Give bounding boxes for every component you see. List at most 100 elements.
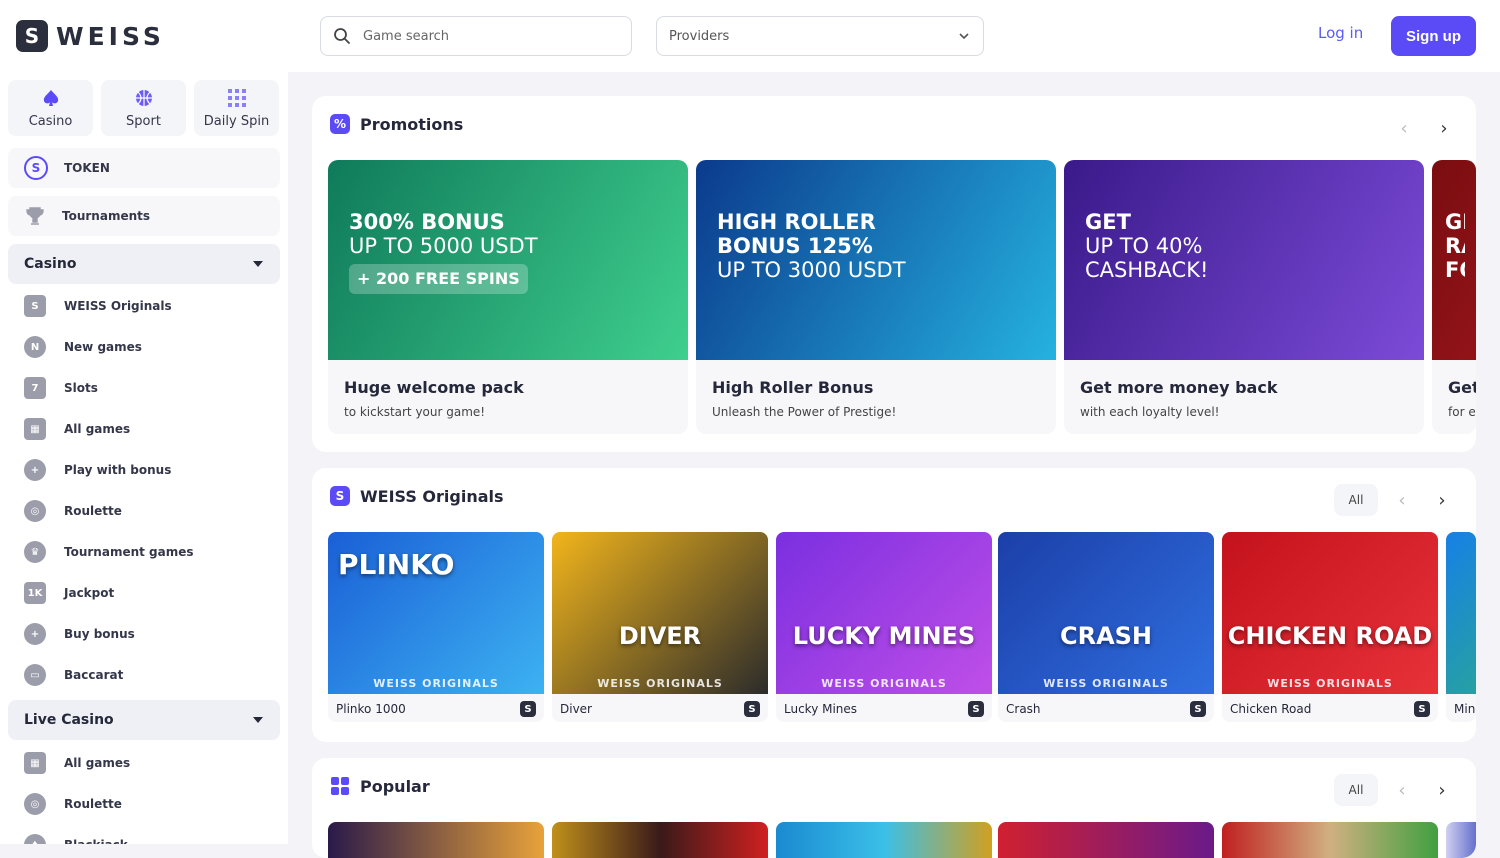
token-label: TOKEN (64, 161, 110, 175)
sidebar-item-jackpot[interactable]: 1K Jackpot (24, 581, 114, 605)
promo-headline-thin: UP TO 40% CASHBACK! (1085, 234, 1209, 282)
sidebar-item-slots[interactable]: 7 Slots (24, 376, 98, 400)
promo-subtitle: for e (1448, 405, 1476, 419)
promo-headline-bold: GET (1085, 210, 1131, 234)
promo-headline: 300% BONUS UP TO 5000 USDT + 200 FREE SPIN… (349, 210, 538, 294)
sidebar-item-tournament-games[interactable]: ♛ Tournament games (24, 540, 194, 564)
sidebar-item-label: Jackpot (64, 586, 115, 600)
promo-card[interactable]: HIGH ROLLER BONUS 125% UP TO 3000 USDT Hig… (696, 160, 1056, 434)
baccarat-icon: ▭ (24, 664, 46, 686)
sidebar-group-casino[interactable]: Casino (8, 244, 280, 284)
popular-header: Popular (330, 776, 430, 796)
game-card[interactable]: CHICKEN ROAD WEISS ORIGINALS Chicken Road S (1222, 532, 1438, 722)
promo-banner: HIGH ROLLER BONUS 125% UP TO 3000 USDT (696, 160, 1056, 360)
live-item-blackjack[interactable]: ♠ Blackjack (24, 833, 128, 844)
quick-daily-spin-label: Daily Spin (203, 113, 270, 129)
popular-card[interactable] (998, 822, 1214, 858)
weiss-icon: S (330, 486, 350, 506)
search-icon (334, 28, 350, 44)
weiss-icon: S (24, 295, 46, 317)
sidebar-item-buy-bonus[interactable]: + Buy bonus (24, 622, 135, 646)
sidebar-item-play-with-bonus[interactable]: + Play with bonus (24, 458, 171, 482)
roulette-icon: ◎ (24, 500, 46, 522)
prev-button[interactable]: ‹ (1386, 774, 1418, 806)
prev-button[interactable]: ‹ (1388, 112, 1420, 144)
tournaments-label: Tournaments (62, 209, 151, 223)
popular-card[interactable] (328, 822, 544, 858)
game-name: Diver (560, 702, 592, 716)
originals-nav: All ‹ › (1334, 484, 1458, 516)
login-link[interactable]: Log in (1318, 24, 1363, 42)
promo-title: Get more money back (1080, 378, 1278, 397)
popular-card[interactable] (552, 822, 768, 858)
grid-dots-icon (227, 88, 246, 107)
casino-group-label: Casino (24, 256, 77, 272)
promo-title: High Roller Bonus (712, 378, 874, 397)
popular-card[interactable] (1446, 822, 1476, 858)
promo-headline-bold: 300% BONUS (349, 210, 505, 234)
quick-sport[interactable]: Sport (101, 80, 186, 136)
all-button[interactable]: All (1334, 484, 1378, 516)
promo-banner: 300% BONUS UP TO 5000 USDT + 200 FREE SPIN… (328, 160, 688, 360)
sidebar-item-all-games[interactable]: ▦ All games (24, 417, 130, 441)
sidebar-item-label: Roulette (64, 504, 122, 518)
quick-daily-spin[interactable]: Daily Spin (194, 80, 279, 136)
promotions-nav: ‹ › (1388, 112, 1460, 144)
promo-subtitle: to kickstart your game! (344, 405, 486, 419)
prev-button[interactable]: ‹ (1386, 484, 1418, 516)
sidebar-item-tournaments[interactable]: Tournaments (8, 196, 280, 236)
top-bar: S WEISS Providers Log in Sign up (0, 0, 1500, 72)
slots-icon: 7 (24, 377, 46, 399)
promo-banner: GE RA FO (1432, 160, 1476, 360)
all-button[interactable]: All (1334, 774, 1378, 806)
new-badge-icon: N (24, 336, 46, 358)
promo-card[interactable]: GET UP TO 40% CASHBACK! Get more money bac… (1064, 160, 1424, 434)
popular-title: Popular (360, 776, 430, 796)
game-search[interactable] (320, 16, 632, 56)
originals-header: S WEISS Originals (330, 486, 504, 506)
promo-card[interactable]: GE RA FO Get for e (1432, 160, 1476, 434)
game-name: Lucky Mines (784, 702, 858, 716)
live-item-roulette[interactable]: ◎ Roulette (24, 792, 122, 816)
next-button[interactable]: › (1426, 484, 1458, 516)
popular-card[interactable] (1222, 822, 1438, 858)
game-art-title: CHICKEN ROAD (1227, 622, 1433, 650)
game-art-title: DIVER (618, 622, 702, 650)
sidebar-item-weiss-originals[interactable]: S WEISS Originals (24, 294, 172, 318)
logo[interactable]: S WEISS (16, 20, 165, 52)
game-card[interactable]: PLINKO WEISS ORIGINALS Plinko 1000 S (328, 532, 544, 722)
sidebar-item-token[interactable]: S TOKEN (8, 148, 280, 188)
next-button[interactable]: › (1428, 112, 1460, 144)
game-card[interactable]: DIVER WEISS ORIGINALS Diver S (552, 532, 768, 722)
providers-dropdown[interactable]: Providers (656, 16, 984, 56)
roulette-icon: ◎ (24, 793, 46, 815)
sidebar-item-roulette[interactable]: ◎ Roulette (24, 499, 122, 523)
popular-card[interactable] (776, 822, 992, 858)
promo-subtitle: with each loyalty level! (1080, 405, 1220, 419)
promo-headline-thin: UP TO 3000 USDT (717, 258, 906, 282)
sidebar-item-label: New games (64, 340, 142, 354)
logo-mark-icon: S (16, 20, 48, 52)
signup-button[interactable]: Sign up (1391, 16, 1476, 56)
token-icon: S (24, 156, 48, 180)
sidebar-group-live-casino[interactable]: Live Casino (8, 700, 280, 740)
originals-title: WEISS Originals (360, 486, 504, 506)
bonus-play-icon: + (24, 459, 46, 481)
promo-card[interactable]: 300% BONUS UP TO 5000 USDT + 200 FREE SPIN… (328, 160, 688, 434)
sidebar-item-baccarat[interactable]: ▭ Baccarat (24, 663, 123, 687)
next-button[interactable]: › (1426, 774, 1458, 806)
game-card[interactable]: Mine (1446, 532, 1476, 722)
sidebar-item-new-games[interactable]: N New games (24, 335, 142, 359)
game-card[interactable]: LUCKY MINES WEISS ORIGINALS Lucky Mines S (776, 532, 992, 722)
live-item-label: Roulette (64, 797, 122, 811)
search-input[interactable] (363, 28, 603, 44)
weiss-badge-icon: S (744, 701, 760, 717)
game-art-title: PLINKO (338, 548, 455, 581)
grid-icon: ▦ (24, 418, 46, 440)
game-card[interactable]: CRASH WEISS ORIGINALS Crash S (998, 532, 1214, 722)
game-thumbnail: DIVER WEISS ORIGINALS (552, 532, 768, 694)
live-item-all-games[interactable]: ▦ All games (24, 751, 130, 775)
promotions-header: % Promotions (330, 114, 463, 134)
trophy-icon: ♛ (24, 541, 46, 563)
quick-casino[interactable]: Casino (8, 80, 93, 136)
